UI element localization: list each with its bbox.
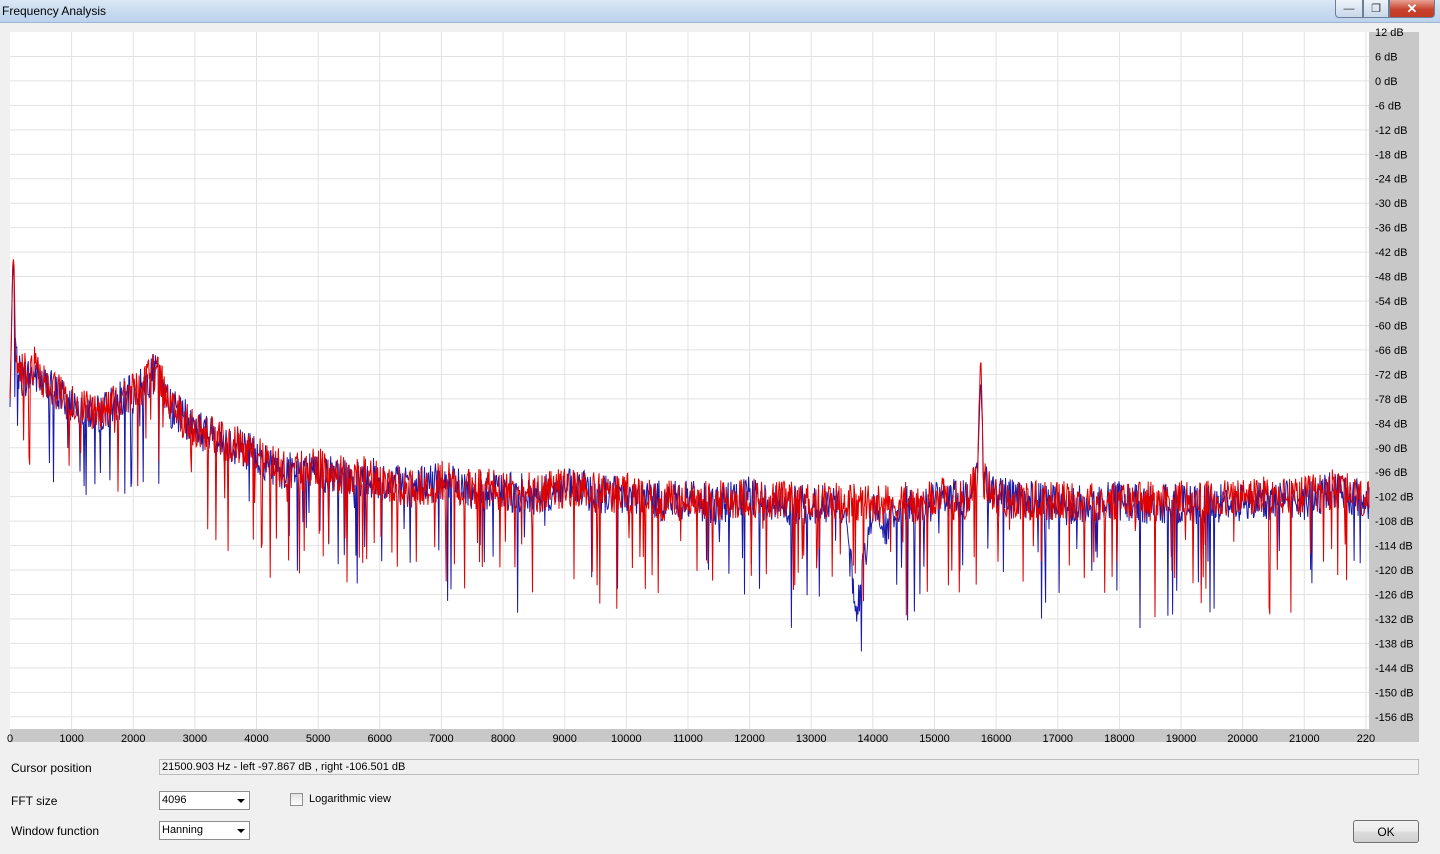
window-function-value: Hanning <box>162 824 203 836</box>
y-tick-label: -126 dB <box>1375 589 1414 601</box>
y-tick-label: -138 dB <box>1375 638 1414 650</box>
y-tick-label: -18 dB <box>1375 149 1407 161</box>
y-tick-label: 6 dB <box>1375 51 1398 63</box>
x-tick-label: 20000 <box>1227 733 1258 745</box>
y-tick-label: -54 dB <box>1375 296 1407 308</box>
x-tick-label: 12000 <box>734 733 765 745</box>
window-title: Frequency Analysis <box>2 4 107 18</box>
x-tick-label: 4000 <box>244 733 268 745</box>
y-tick-label: -6 dB <box>1375 100 1401 112</box>
y-tick-label: -30 dB <box>1375 198 1407 210</box>
chevron-down-icon <box>237 799 245 803</box>
minimize-button[interactable]: — <box>1335 0 1363 18</box>
x-tick-label: 10000 <box>611 733 642 745</box>
plot-area <box>10 32 1369 729</box>
x-tick-label: 2000 <box>121 733 145 745</box>
x-tick-label: 9000 <box>552 733 576 745</box>
y-tick-label: -90 dB <box>1375 443 1407 455</box>
x-axis-panel <box>10 729 1419 742</box>
x-tick-label: 19000 <box>1166 733 1197 745</box>
y-tick-label: -150 dB <box>1375 687 1414 699</box>
y-tick-label: -60 dB <box>1375 320 1407 332</box>
x-tick-label: 16000 <box>981 733 1012 745</box>
x-tick-label: 220 <box>1357 733 1375 745</box>
x-tick-label: 14000 <box>858 733 889 745</box>
x-tick-label: 7000 <box>429 733 453 745</box>
frequency-chart[interactable]: 12 dB 6 dB 0 dB -6 dB -12 dB -18 dB -24 dB -30 … <box>0 22 1440 752</box>
minimize-icon: — <box>1343 2 1355 15</box>
fft-size-select[interactable]: 4096 <box>159 791 250 810</box>
window-function-select[interactable]: Hanning <box>159 821 250 840</box>
y-tick-label: -42 dB <box>1375 247 1407 259</box>
y-tick-label: -84 dB <box>1375 418 1407 430</box>
fft-size-label: FFT size <box>11 794 58 808</box>
x-tick-label: 3000 <box>183 733 207 745</box>
y-tick-label: -108 dB <box>1375 516 1414 528</box>
logarithmic-view-label[interactable]: Logarithmic view <box>309 793 391 805</box>
y-tick-label: -132 dB <box>1375 614 1414 626</box>
x-tick-label: 21000 <box>1289 733 1320 745</box>
x-tick-label: 11000 <box>673 733 703 745</box>
y-tick-label: 12 dB <box>1375 27 1404 39</box>
y-tick-label: -12 dB <box>1375 125 1407 137</box>
ok-button[interactable]: OK <box>1353 820 1419 843</box>
window-function-label: Window function <box>11 824 100 838</box>
y-tick-label: -120 dB <box>1375 565 1414 577</box>
x-tick-label: 8000 <box>491 733 515 745</box>
y-tick-label: -96 dB <box>1375 467 1407 479</box>
x-tick-label: 13000 <box>796 733 827 745</box>
cursor-position-field: 21500.903 Hz - left -97.867 dB , right -… <box>159 759 1419 775</box>
y-tick-label: -144 dB <box>1375 663 1414 675</box>
fft-size-value: 4096 <box>162 794 187 806</box>
maximize-icon: ❐ <box>1371 3 1381 15</box>
maximize-button[interactable]: ❐ <box>1363 0 1389 18</box>
close-button[interactable]: ✕ <box>1389 0 1435 18</box>
x-tick-label: 17000 <box>1042 733 1073 745</box>
y-tick-label: -66 dB <box>1375 345 1407 357</box>
y-tick-label: 0 dB <box>1375 76 1398 88</box>
x-tick-label: 18000 <box>1104 733 1135 745</box>
x-tick-label: 15000 <box>919 733 950 745</box>
chevron-down-icon <box>237 829 245 833</box>
cursor-position-label: Cursor position <box>11 761 92 775</box>
y-tick-label: -72 dB <box>1375 369 1407 381</box>
y-tick-label: -156 dB <box>1375 712 1414 724</box>
x-tick-label: 5000 <box>306 733 330 745</box>
title-bar: Frequency Analysis — ❐ ✕ <box>0 0 1440 23</box>
close-icon: ✕ <box>1406 0 1418 16</box>
y-tick-label: -78 dB <box>1375 394 1407 406</box>
logarithmic-view-checkbox[interactable] <box>290 793 303 806</box>
x-tick-label: 1000 <box>59 733 83 745</box>
y-tick-label: -114 dB <box>1375 541 1413 553</box>
y-tick-label: -24 dB <box>1375 174 1407 186</box>
x-tick-label: 6000 <box>368 733 392 745</box>
x-tick-label: 0 <box>7 733 13 745</box>
y-tick-label: -48 dB <box>1375 272 1407 284</box>
y-tick-label: -102 dB <box>1375 492 1414 504</box>
y-tick-label: -36 dB <box>1375 223 1407 235</box>
